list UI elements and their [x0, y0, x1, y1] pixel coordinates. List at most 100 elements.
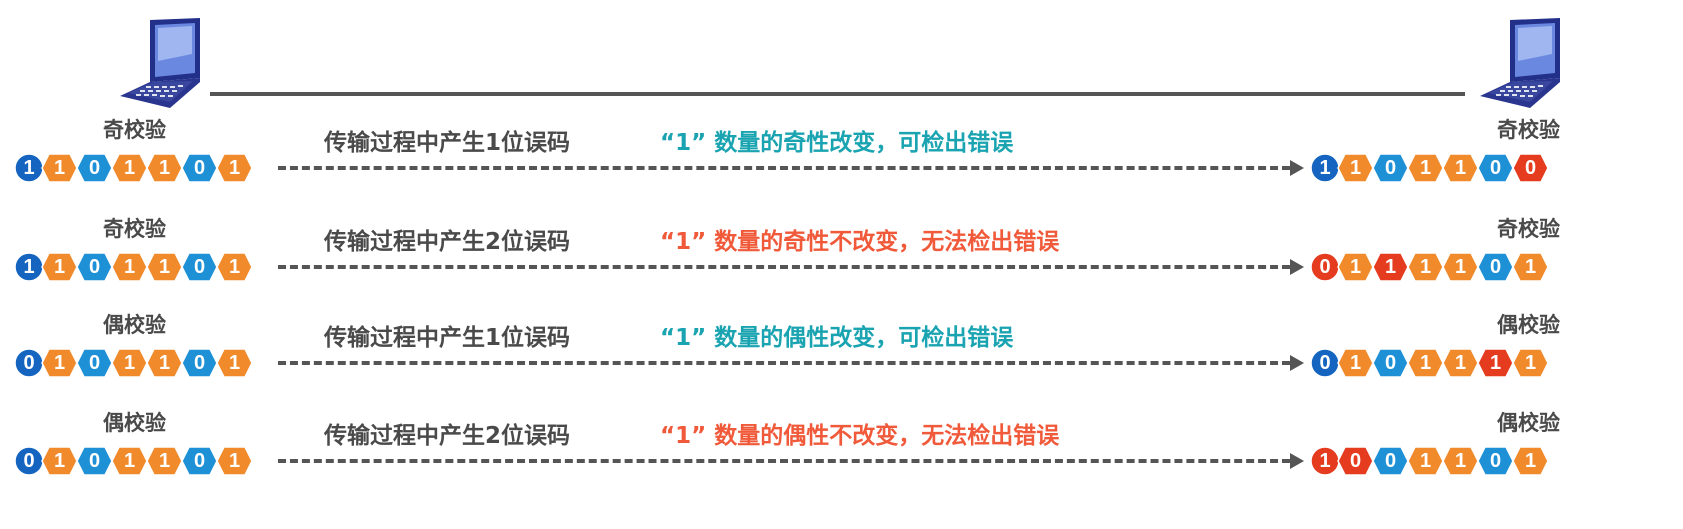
- data-bit: 1: [1442, 348, 1479, 378]
- sent-bits: 0101101: [14, 446, 291, 476]
- receiver-laptop-icon: [1480, 18, 1560, 108]
- bit-value: 1: [1454, 157, 1467, 179]
- sent-bits: 0101101: [14, 348, 291, 378]
- bit-value: 0: [1489, 450, 1502, 472]
- received-bits: 0111101: [1310, 252, 1587, 282]
- bit-value: 1: [228, 450, 241, 472]
- sender-parity-label: 奇校验: [103, 118, 166, 142]
- bit-value: 1: [123, 256, 136, 278]
- bit-value: 0: [1524, 157, 1537, 179]
- bit-value: 1: [228, 352, 241, 374]
- bit-value: 0: [1384, 450, 1397, 472]
- bit-value: 1: [123, 352, 136, 374]
- bit-value: 1: [228, 157, 241, 179]
- parity-bit: 1: [1310, 446, 1340, 476]
- transmission-caption: 传输过程中产生1位误码: [324, 130, 571, 156]
- bit-value: 0: [88, 256, 101, 278]
- bit-value: 1: [1349, 256, 1362, 278]
- data-bit: 1: [216, 348, 253, 378]
- data-bit: 1: [111, 348, 148, 378]
- bit-value: 1: [1419, 450, 1432, 472]
- data-bit: 0: [181, 153, 218, 183]
- data-bit: 1: [1337, 153, 1374, 183]
- detection-result: “1” 数量的偶性改变，可检出错误: [660, 325, 1014, 351]
- bit-value: 1: [1384, 256, 1397, 278]
- data-bit: 1: [1442, 153, 1479, 183]
- bit-value: 1: [123, 450, 136, 472]
- bit-value: 1: [1454, 256, 1467, 278]
- bit-value: 0: [88, 157, 101, 179]
- data-bit: 1: [111, 252, 148, 282]
- bit-value: 1: [53, 450, 66, 472]
- sender-laptop-icon: [120, 18, 200, 108]
- data-bit: 1: [1337, 348, 1374, 378]
- bit-value: 0: [1489, 256, 1502, 278]
- bit-value: 1: [1419, 352, 1432, 374]
- bit-value: 1: [1349, 352, 1362, 374]
- bit-value: 1: [1524, 352, 1537, 374]
- bit-value: 0: [193, 352, 206, 374]
- arrowhead-icon: [1290, 160, 1304, 176]
- data-bit: 1: [1512, 252, 1549, 282]
- sender-parity-label: 奇校验: [103, 217, 166, 241]
- data-bit: 1: [1337, 252, 1374, 282]
- bit-value: 1: [158, 352, 171, 374]
- data-bit: 1: [111, 153, 148, 183]
- data-bit: 1: [216, 252, 253, 282]
- parity-bit: 1: [14, 252, 44, 282]
- data-bit: 0: [1512, 153, 1549, 183]
- receiver-parity-label: 偶校验: [1497, 411, 1560, 435]
- data-bit: 0: [1372, 446, 1409, 476]
- data-bit: 1: [1512, 446, 1549, 476]
- bit-value: 1: [23, 256, 35, 278]
- transmission-caption: 传输过程中产生2位误码: [324, 423, 571, 449]
- data-bit: 1: [1407, 252, 1444, 282]
- transmission-caption: 传输过程中产生2位误码: [324, 229, 571, 255]
- bit-value: 1: [158, 450, 171, 472]
- transmission-arrow-line: [278, 459, 1290, 463]
- parity-bit: 1: [1310, 153, 1340, 183]
- data-bit: 0: [1477, 252, 1514, 282]
- bit-value: 1: [158, 256, 171, 278]
- data-bit: 1: [146, 348, 183, 378]
- data-bit: 1: [111, 446, 148, 476]
- bit-value: 1: [158, 157, 171, 179]
- bit-value: 0: [88, 352, 101, 374]
- detection-result: “1” 数量的偶性不改变，无法检出错误: [660, 423, 1060, 449]
- data-bit: 1: [41, 153, 78, 183]
- bit-value: 0: [1489, 157, 1502, 179]
- data-bit: 0: [76, 348, 113, 378]
- parity-bit: 0: [1310, 348, 1340, 378]
- data-bit: 0: [1477, 153, 1514, 183]
- sender-parity-label: 偶校验: [103, 411, 166, 435]
- bit-value: 0: [193, 450, 206, 472]
- receiver-parity-label: 奇校验: [1497, 217, 1560, 241]
- parity-bit: 0: [14, 446, 44, 476]
- bit-value: 0: [1349, 450, 1362, 472]
- data-bit: 0: [1477, 446, 1514, 476]
- arrowhead-icon: [1290, 355, 1304, 371]
- bit-value: 0: [23, 352, 35, 374]
- transmission-arrow-line: [278, 361, 1290, 365]
- bit-value: 1: [1524, 256, 1537, 278]
- data-bit: 1: [1442, 446, 1479, 476]
- sender-parity-label: 偶校验: [103, 313, 166, 337]
- bit-value: 1: [1524, 450, 1537, 472]
- bit-value: 1: [23, 157, 35, 179]
- data-bit: 1: [41, 252, 78, 282]
- parity-bit: 1: [14, 153, 44, 183]
- transmission-arrow-line: [278, 166, 1290, 170]
- bit-value: 1: [53, 256, 66, 278]
- data-bit: 0: [1372, 348, 1409, 378]
- bit-value: 1: [1454, 352, 1467, 374]
- bit-value: 1: [1319, 450, 1331, 472]
- data-bit: 0: [76, 446, 113, 476]
- data-bit: 1: [216, 446, 253, 476]
- detection-result: “1” 数量的奇性改变，可检出错误: [660, 130, 1014, 156]
- bit-value: 1: [1419, 157, 1432, 179]
- data-bit: 1: [146, 153, 183, 183]
- arrowhead-icon: [1290, 453, 1304, 469]
- receiver-parity-label: 偶校验: [1497, 313, 1560, 337]
- bit-value: 1: [1454, 450, 1467, 472]
- data-bit: 1: [41, 446, 78, 476]
